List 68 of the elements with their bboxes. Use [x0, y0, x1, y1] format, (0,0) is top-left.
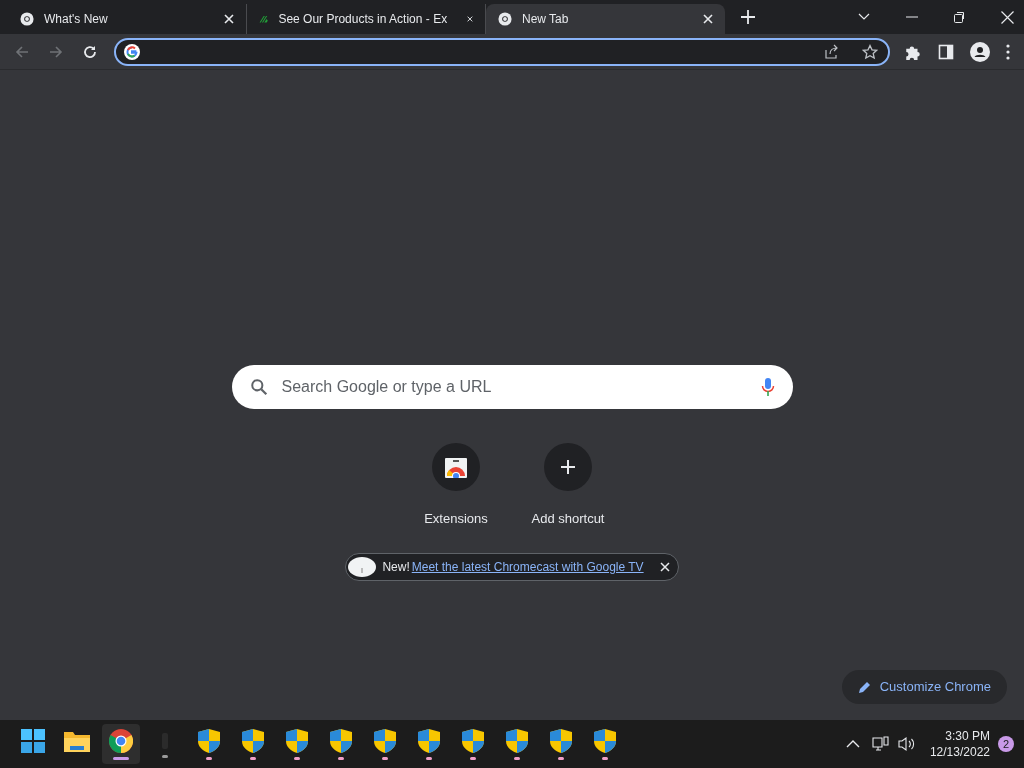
google-icon: [124, 43, 140, 60]
pencil-icon: [857, 680, 872, 694]
promo-link[interactable]: Meet the latest Chromecast with Google TV: [411, 557, 644, 576]
shield-icon[interactable]: [374, 728, 396, 753]
running-indicator: [338, 756, 344, 760]
chevron-up-icon[interactable]: [845, 739, 860, 749]
running-indicator: [426, 756, 432, 760]
shield-icon[interactable]: [198, 728, 220, 753]
close-icon[interactable]: [1001, 10, 1014, 24]
star-icon[interactable]: [862, 43, 878, 60]
new-tab-icon[interactable]: [741, 10, 755, 24]
running-indicator: [294, 756, 300, 760]
search-placeholder: Search Google or type a URL: [281, 377, 492, 397]
plus-icon: [560, 459, 576, 475]
chromecast-device-icon: [348, 556, 377, 577]
clock-date[interactable]: 12/13/2022: [929, 744, 990, 760]
tab-title: See Our Products in Action - Ex: [278, 11, 448, 28]
notification-badge[interactable]: 2: [998, 736, 1014, 752]
taskbar-button[interactable]: [102, 724, 140, 764]
running-indicator: [602, 756, 608, 760]
running-indicator: [514, 756, 520, 760]
shortcut-tile[interactable]: [544, 443, 592, 491]
running-indicator: [113, 756, 129, 760]
share-icon[interactable]: [824, 43, 840, 60]
shortcut-label[interactable]: Extensions: [424, 509, 488, 529]
search-field[interactable]: Search Google or type a URL: [231, 365, 793, 409]
chrome-icon: [20, 12, 34, 26]
chrome-icon[interactable]: [109, 728, 133, 753]
running-indicator: [206, 756, 212, 760]
shield-icon[interactable]: [550, 728, 572, 753]
promo-label: New!: [382, 558, 410, 576]
web-store-icon: [444, 456, 468, 478]
shield-icon[interactable]: [286, 728, 308, 753]
restore-icon[interactable]: [954, 11, 965, 23]
clock-time[interactable]: 3:30 PM: [945, 728, 990, 744]
running-indicator: [558, 756, 564, 760]
browser-tab[interactable]: New Tab: [486, 4, 725, 34]
menu-icon[interactable]: [1006, 43, 1010, 60]
close-icon[interactable]: [467, 14, 473, 24]
close-icon[interactable]: [224, 14, 234, 24]
windows-start-icon[interactable]: [21, 728, 45, 753]
shield-icon[interactable]: [330, 728, 352, 753]
shortcut-tile[interactable]: [432, 443, 480, 491]
profile-icon[interactable]: [970, 41, 990, 62]
tab-title: What's New: [44, 11, 108, 28]
shield-icon[interactable]: [594, 728, 616, 753]
chrome-icon: [498, 12, 512, 26]
microphone-icon[interactable]: [760, 378, 775, 396]
tab-search-icon[interactable]: [858, 13, 870, 21]
running-indicator: [470, 756, 476, 760]
folder-icon[interactable]: [64, 729, 90, 752]
address-bar[interactable]: [114, 37, 890, 66]
shield-icon[interactable]: [462, 728, 484, 753]
running-indicator: [162, 754, 168, 758]
running-indicator: [250, 756, 256, 760]
shield-icon[interactable]: [418, 728, 440, 753]
shortcut-label[interactable]: Add shortcut: [531, 509, 605, 529]
side-panel-icon[interactable]: [938, 43, 954, 60]
speaker-icon[interactable]: [897, 736, 916, 752]
close-icon[interactable]: [703, 14, 713, 24]
network-icon[interactable]: [871, 736, 890, 752]
running-indicator: [382, 756, 388, 760]
shield-icon[interactable]: [506, 728, 528, 753]
close-icon[interactable]: [659, 561, 670, 572]
customize-chrome-button[interactable]: Customize Chrome: [841, 670, 1007, 704]
shield-icon[interactable]: [242, 728, 264, 753]
search-icon: [249, 378, 268, 396]
tab-title: New Tab: [522, 11, 569, 28]
